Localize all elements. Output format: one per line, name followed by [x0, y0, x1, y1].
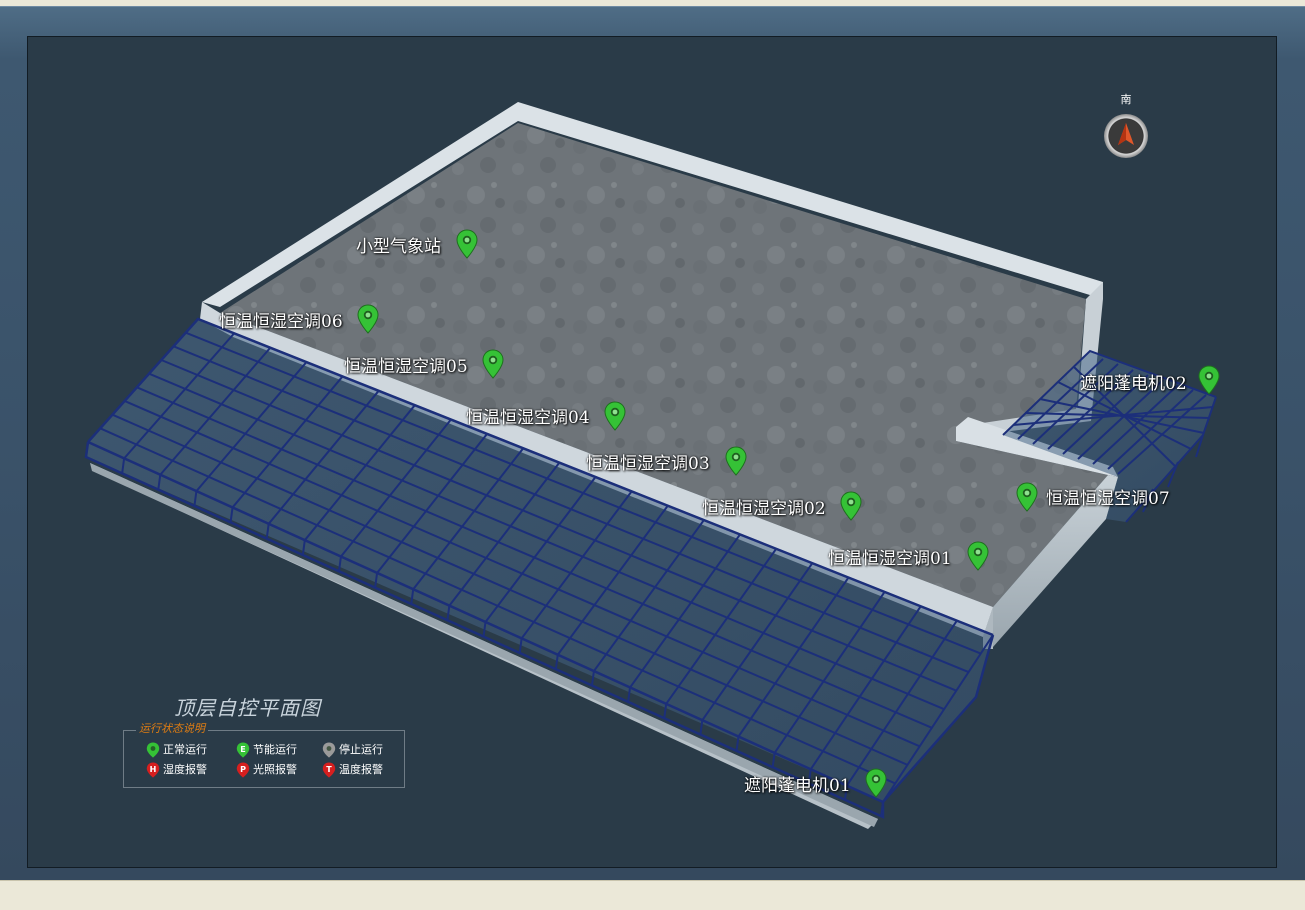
- gray-pin-icon: [322, 742, 336, 758]
- legend-item: E 节能运行: [236, 742, 297, 758]
- humidity-alarm-h-icon: H: [146, 762, 160, 778]
- device-label[interactable]: 遮阳蓬电机01: [744, 776, 851, 796]
- map-pin-icon[interactable]: [840, 491, 862, 521]
- legend-item: H 湿度报警: [146, 762, 207, 778]
- legend-item-label: 湿度报警: [163, 763, 207, 776]
- bottom-status-bar: [0, 880, 1305, 910]
- temperature-alarm-t-icon: T: [322, 762, 336, 778]
- status-legend: 运行状态说明 正常运行 E 节能运行 停止运行 H 湿度报警 P 光照报警 T 温度报警: [123, 722, 405, 788]
- legend-item-label: 正常运行: [163, 743, 207, 756]
- light-alarm-p-icon: P: [236, 762, 250, 778]
- map-pin-icon[interactable]: [967, 541, 989, 571]
- legend-item: T 温度报警: [322, 762, 383, 778]
- legend-title: 运行状态说明: [136, 722, 208, 736]
- legend-item: 正常运行: [146, 742, 207, 758]
- energy-saving-e-icon: E: [236, 742, 250, 758]
- map-pin-icon[interactable]: [482, 349, 504, 379]
- map-pin-icon[interactable]: [456, 229, 478, 259]
- map-pin-icon[interactable]: [1198, 365, 1220, 395]
- legend-item-label: 停止运行: [339, 743, 383, 756]
- legend-item-label: 温度报警: [339, 763, 383, 776]
- legend-item: P 光照报警: [236, 762, 297, 778]
- rooftop-plan-view: 南 小型气象站恒温恒湿空调06 恒温恒湿空调05 恒温恒湿空调04 恒温恒湿空调03 恒…: [27, 36, 1277, 868]
- device-label[interactable]: 恒温恒湿空调05: [344, 357, 468, 377]
- svg-text:T: T: [326, 765, 332, 774]
- device-label[interactable]: 恒温恒湿空调01: [828, 549, 952, 569]
- map-pin-icon[interactable]: [865, 768, 887, 798]
- map-pin-icon[interactable]: [1016, 482, 1038, 512]
- map-pin-icon[interactable]: [725, 446, 747, 476]
- device-label[interactable]: 恒温恒湿空调06: [219, 312, 343, 332]
- device-label[interactable]: 恒温恒湿空调02: [702, 499, 826, 519]
- device-label[interactable]: 遮阳蓬电机02: [1080, 374, 1187, 394]
- device-label[interactable]: 恒温恒湿空调03: [586, 454, 710, 474]
- device-label[interactable]: 恒温恒湿空调07: [1046, 489, 1170, 509]
- window-frame: 南 小型气象站恒温恒湿空调06 恒温恒湿空调05 恒温恒湿空调04 恒温恒湿空调03 恒…: [0, 6, 1305, 880]
- device-label[interactable]: 恒温恒湿空调04: [466, 408, 590, 428]
- compass-south-label: 南: [1120, 93, 1132, 106]
- legend-item-label: 光照报警: [253, 763, 297, 776]
- legend-item: 停止运行: [322, 742, 383, 758]
- plan-title: 顶层自控平面图: [174, 696, 321, 720]
- svg-text:E: E: [240, 745, 245, 754]
- map-pin-icon[interactable]: [357, 304, 379, 334]
- green-pin-icon: [146, 742, 160, 758]
- map-pin-icon[interactable]: [604, 401, 626, 431]
- compass-arrow-icon: [1104, 114, 1148, 158]
- device-label[interactable]: 小型气象站: [356, 237, 441, 257]
- svg-text:P: P: [240, 765, 246, 774]
- legend-item-label: 节能运行: [253, 743, 297, 756]
- compass: 南: [1103, 93, 1149, 159]
- svg-text:H: H: [150, 765, 157, 774]
